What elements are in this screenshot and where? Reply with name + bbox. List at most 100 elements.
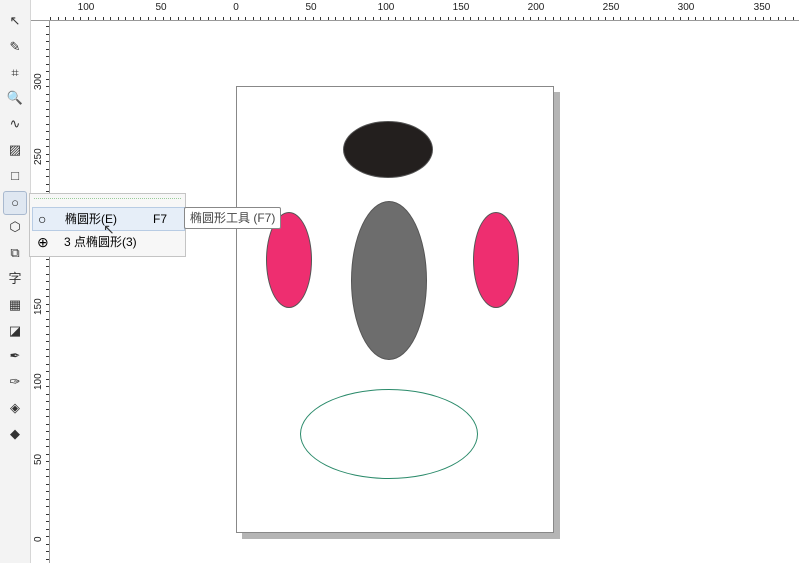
rectangle-tool-icon[interactable]: □ bbox=[4, 165, 26, 187]
ruler-tick bbox=[46, 393, 49, 395]
crop-tool-icon[interactable]: ⌗ bbox=[4, 62, 26, 84]
ruler-tick bbox=[282, 17, 284, 20]
ruler-tick bbox=[46, 108, 49, 110]
ruler-tick bbox=[432, 17, 434, 20]
ruler-tick bbox=[470, 17, 471, 20]
3-point-ellipse-icon: ⊕ bbox=[37, 234, 49, 250]
smart-fill-icon[interactable]: ▨ bbox=[4, 139, 26, 161]
ruler-tick bbox=[590, 17, 591, 20]
black-ellipse[interactable] bbox=[343, 121, 433, 178]
ruler-tick bbox=[46, 183, 49, 185]
ruler-tick bbox=[305, 17, 306, 20]
ruler-tick bbox=[162, 17, 164, 20]
shape-tool-icon[interactable]: ✎ bbox=[4, 36, 26, 58]
ruler-tick bbox=[605, 17, 606, 20]
ruler-tick bbox=[335, 17, 336, 20]
ruler-tick bbox=[267, 17, 269, 20]
ruler-tick bbox=[57, 17, 59, 20]
zoom-tool-icon[interactable]: 🔍 bbox=[4, 87, 26, 109]
ruler-tick bbox=[155, 17, 156, 20]
ruler-tick bbox=[507, 17, 509, 20]
ruler-tick bbox=[410, 17, 411, 20]
ruler-tick bbox=[770, 17, 771, 20]
ruler-tick bbox=[46, 476, 49, 477]
ruler-tick bbox=[46, 303, 49, 305]
ruler-tick bbox=[717, 17, 719, 20]
ruler-tick bbox=[702, 17, 704, 20]
vertical-ruler[interactable]: 300250200150100500 bbox=[31, 21, 50, 563]
ruler-tick bbox=[117, 17, 119, 20]
ruler-label: 50 bbox=[305, 2, 317, 13]
ruler-tick bbox=[627, 17, 629, 20]
ruler-tick bbox=[785, 17, 786, 20]
mouse-cursor-icon: ↖ bbox=[103, 221, 115, 237]
ruler-tick bbox=[46, 138, 49, 140]
ruler-tick bbox=[132, 17, 134, 20]
ruler-label: 200 bbox=[527, 2, 545, 13]
ruler-tick bbox=[552, 17, 554, 20]
ruler-tick bbox=[395, 17, 396, 20]
ruler-tick bbox=[95, 17, 96, 20]
ruler-label: 100 bbox=[33, 373, 44, 390]
outline-pen-icon[interactable]: ✑ bbox=[4, 371, 26, 393]
fill-tool-icon[interactable]: ◈ bbox=[4, 397, 26, 419]
ruler-tick bbox=[260, 17, 261, 20]
ruler-tick bbox=[72, 17, 74, 20]
ruler-tick bbox=[46, 63, 49, 65]
ruler-tick bbox=[46, 161, 49, 162]
ellipse-tool-icon[interactable]: ○ bbox=[3, 190, 27, 215]
ruler-tick bbox=[492, 17, 494, 20]
blend-tool-icon[interactable]: ◪ bbox=[4, 320, 26, 342]
ruler-tick bbox=[46, 513, 49, 515]
ruler-tick bbox=[46, 288, 49, 290]
ruler-tick bbox=[185, 17, 186, 20]
ruler-tick bbox=[777, 17, 779, 20]
ruler-tick bbox=[46, 176, 49, 177]
document-page[interactable] bbox=[236, 86, 554, 533]
ruler-tick bbox=[342, 17, 344, 20]
ruler-tick bbox=[46, 438, 49, 440]
ruler-tick bbox=[46, 483, 49, 485]
eyedropper-icon[interactable]: ✒ bbox=[4, 345, 26, 367]
freehand-tool-icon[interactable]: ∿ bbox=[4, 113, 26, 135]
ruler-tick bbox=[46, 296, 49, 297]
right-pink-ellipse[interactable] bbox=[473, 212, 519, 308]
ruler-tick bbox=[252, 17, 254, 20]
tooltip: 椭圆形工具 (F7) bbox=[184, 207, 282, 229]
ruler-tick bbox=[46, 416, 49, 417]
ruler-tick bbox=[275, 17, 276, 20]
ruler-tick bbox=[46, 341, 49, 342]
ruler-tick bbox=[687, 17, 689, 20]
ruler-tick bbox=[46, 168, 49, 170]
horizontal-ruler[interactable]: 100 50 0 50 100 150 200 250 300 350 bbox=[31, 0, 799, 21]
ruler-label: 0 bbox=[33, 536, 44, 542]
ruler-tick bbox=[620, 17, 621, 20]
pick-tool-icon[interactable]: ↖ bbox=[4, 10, 26, 32]
ruler-tick bbox=[560, 17, 561, 20]
ruler-tick bbox=[46, 536, 49, 537]
polygon-tool-icon[interactable]: ⬡ bbox=[4, 216, 26, 238]
interactive-fill-icon[interactable]: ◆ bbox=[4, 423, 26, 445]
ruler-tick bbox=[46, 453, 49, 455]
ruler-tick bbox=[46, 408, 49, 410]
green-outline-ellipse[interactable] bbox=[300, 389, 478, 479]
ruler-tick bbox=[46, 333, 49, 335]
table-tool-icon[interactable]: ▦ bbox=[4, 294, 26, 316]
ruler-tick bbox=[207, 17, 209, 20]
ruler-tick bbox=[46, 528, 49, 530]
ruler-tick bbox=[380, 17, 381, 20]
ruler-label: 100 bbox=[77, 2, 95, 13]
gray-ellipse[interactable] bbox=[351, 201, 427, 360]
ruler-tick bbox=[312, 17, 314, 20]
ruler-tick bbox=[417, 17, 419, 20]
basic-shapes-icon[interactable]: ⧉ bbox=[4, 242, 26, 264]
ruler-tick bbox=[642, 17, 644, 20]
ruler-tick bbox=[46, 48, 49, 50]
ruler-tick bbox=[46, 33, 49, 35]
ruler-label: 250 bbox=[602, 2, 620, 13]
text-tool-icon[interactable]: 字 bbox=[4, 268, 26, 290]
ruler-tick bbox=[46, 123, 49, 125]
ruler-tick bbox=[747, 17, 749, 20]
ruler-tick bbox=[440, 17, 441, 20]
ruler-tick bbox=[46, 363, 49, 365]
